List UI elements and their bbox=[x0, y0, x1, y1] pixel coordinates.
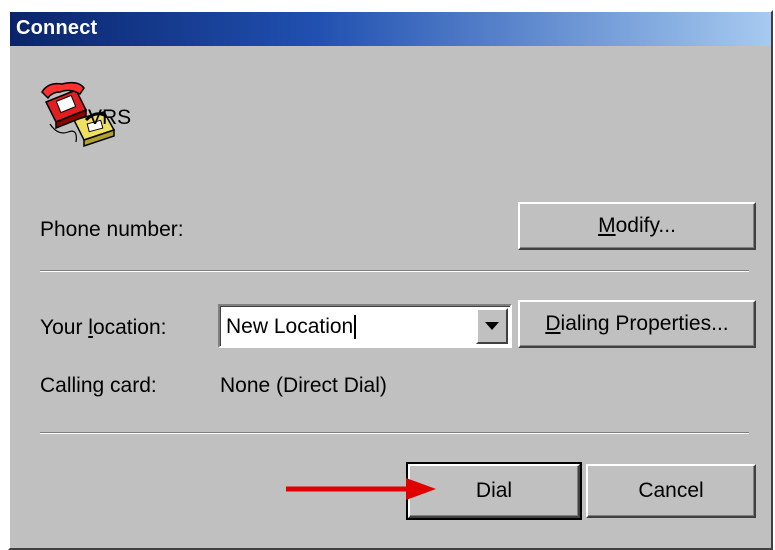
dialing-properties-button-label: Dialing Properties... bbox=[545, 312, 729, 335]
connect-dialog: Connect VRS Phone number: Modify... Your… bbox=[8, 10, 773, 550]
phone-number-label: Phone number: bbox=[40, 218, 184, 241]
cancel-button[interactable]: Cancel bbox=[586, 464, 756, 518]
calling-card-label: Calling card: bbox=[40, 374, 157, 397]
separator-bottom bbox=[40, 432, 749, 434]
your-location-label: Your location: bbox=[40, 316, 167, 339]
chevron-down-icon bbox=[485, 322, 499, 330]
location-dropdown-button[interactable] bbox=[476, 308, 508, 344]
window-title: Connect bbox=[16, 17, 98, 39]
cancel-button-label: Cancel bbox=[638, 479, 704, 502]
modify-button[interactable]: Modify... bbox=[518, 202, 756, 250]
dialing-properties-button[interactable]: Dialing Properties... bbox=[518, 300, 756, 348]
location-combobox[interactable]: New Location bbox=[218, 304, 512, 348]
calling-card-value: None (Direct Dial) bbox=[220, 374, 387, 397]
text-caret bbox=[354, 315, 357, 340]
red-arrow-annotation bbox=[286, 478, 436, 500]
title-bar[interactable]: Connect bbox=[10, 12, 771, 46]
location-input[interactable]: New Location bbox=[226, 315, 357, 340]
modify-button-label: Modify... bbox=[598, 214, 676, 237]
dial-button-label: Dial bbox=[475, 479, 513, 502]
connection-name: VRS bbox=[88, 106, 132, 129]
separator-top bbox=[40, 270, 749, 272]
